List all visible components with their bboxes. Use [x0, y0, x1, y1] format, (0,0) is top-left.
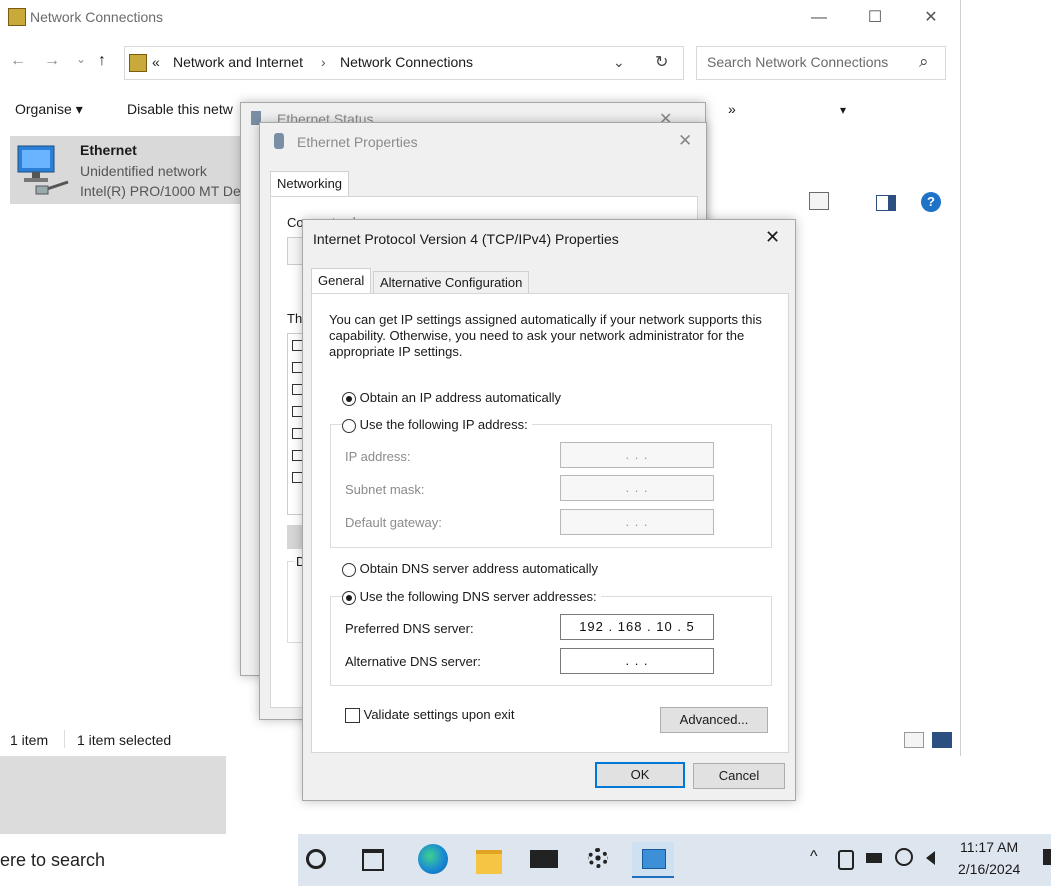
ethernet-adapter-item[interactable]: Ethernet Unidentified network Intel(R) P… [10, 136, 250, 204]
validate-settings-checkbox[interactable] [345, 708, 360, 724]
ipv4-dialog-title: Internet Protocol Version 4 (TCP/IPv4) P… [313, 231, 619, 247]
ipv4-dialog-close-button[interactable]: ✕ [765, 227, 780, 248]
validate-settings-option[interactable]: Validate settings upon exit [345, 707, 515, 724]
refresh-icon[interactable]: ↻ [655, 52, 668, 72]
preview-pane-icon[interactable] [876, 195, 896, 211]
obtain-ip-auto-option[interactable]: Obtain an IP address automatically [342, 390, 561, 406]
ipv4-properties-dialog: Internet Protocol Version 4 (TCP/IPv4) P… [302, 219, 796, 801]
desktop-background [0, 756, 226, 834]
organise-menu[interactable]: Organise ▾ [15, 101, 83, 118]
recent-locations-icon[interactable]: ⌄ [76, 52, 86, 66]
network-folder-icon [8, 8, 26, 26]
adapter-status: Unidentified network [80, 163, 207, 179]
maximize-button[interactable]: ☐ [852, 4, 898, 32]
tab-general[interactable]: General [311, 268, 372, 294]
default-gateway-label: Default gateway: [345, 515, 442, 530]
cancel-button[interactable]: Cancel [693, 763, 785, 789]
search-input[interactable]: Search Network Connections [707, 54, 888, 70]
search-icon[interactable]: ⌕ [919, 52, 929, 72]
use-following-ip-option[interactable]: Use the following IP address: [342, 417, 532, 433]
details-view-icon[interactable] [904, 732, 924, 748]
intro-text: You can get IP settings assigned automat… [329, 312, 762, 359]
breadcrumb-separator: › [321, 54, 326, 70]
network-connections-taskbar-item[interactable] [632, 842, 674, 878]
mail-icon[interactable] [530, 850, 558, 868]
breadcrumb-prefix[interactable]: « [152, 54, 160, 70]
large-icons-view-icon[interactable] [932, 732, 952, 748]
properties-dialog-close-button[interactable]: ✕ [678, 131, 692, 151]
back-arrow-icon[interactable]: ← [10, 52, 26, 70]
adapter-device: Intel(R) PRO/1000 MT De [80, 183, 241, 199]
network-globe-icon[interactable] [895, 848, 913, 866]
subnet-mask-label: Subnet mask: [345, 482, 425, 497]
alternative-dns-label: Alternative DNS server: [345, 654, 481, 669]
status-divider [64, 730, 65, 748]
network-adapter-icon [17, 145, 69, 195]
network-window-icon [642, 849, 666, 869]
validate-settings-label: Validate settings upon exit [363, 707, 515, 722]
tab-networking[interactable]: Networking [270, 171, 350, 197]
ip-address-field[interactable]: . . . [560, 442, 714, 468]
use-following-dns-radio[interactable] [342, 590, 356, 605]
minimize-button[interactable]: — [796, 4, 842, 32]
properties-dialog-title: Ethernet Properties [297, 134, 418, 150]
view-dropdown-icon[interactable]: ▾ [840, 103, 846, 117]
advanced-button[interactable]: Advanced... [660, 707, 768, 733]
tab-alternative-configuration[interactable]: Alternative Configuration [373, 271, 530, 295]
address-bar[interactable]: « Network and Internet › Network Connect… [124, 46, 684, 80]
ok-button[interactable]: OK [595, 762, 685, 788]
network-folder-icon [129, 54, 147, 72]
change-view-icon[interactable] [809, 192, 829, 210]
item-count: 1 item [10, 732, 49, 748]
tray-chevron-icon[interactable]: ^ [810, 848, 818, 866]
adapter-name: Ethernet [80, 142, 137, 158]
taskbar-search-text[interactable]: ere to search [0, 850, 105, 871]
preferred-dns-field[interactable]: 192 . 168 . 10 . 5 [560, 614, 714, 640]
cortana-icon[interactable] [306, 849, 326, 869]
address-dropdown-icon[interactable]: ⌄ [613, 54, 625, 71]
task-view-icon[interactable] [362, 849, 384, 871]
file-explorer-icon[interactable] [476, 850, 502, 874]
up-arrow-icon[interactable]: ↑ [98, 52, 106, 70]
volume-icon[interactable] [926, 851, 935, 865]
edge-browser-icon[interactable] [418, 844, 448, 874]
obtain-dns-auto-label: Obtain DNS server address automatically [359, 561, 599, 576]
notification-icon[interactable] [1043, 849, 1051, 865]
alternative-dns-field[interactable]: . . . [560, 648, 714, 674]
breadcrumb-network-and-internet[interactable]: Network and Internet [173, 54, 303, 70]
preferred-dns-label: Preferred DNS server: [345, 621, 474, 636]
settings-gear-icon[interactable] [588, 848, 608, 868]
network-icon [274, 133, 284, 149]
title-bar: Network Connections — ☐ ✕ [0, 0, 960, 36]
components-label: Th [287, 311, 303, 326]
forward-arrow-icon[interactable]: → [44, 52, 60, 70]
obtain-dns-auto-option[interactable]: Obtain DNS server address automatically [342, 561, 598, 577]
clock-time[interactable]: 11:17 AM [960, 839, 1018, 855]
use-following-dns-option[interactable]: Use the following DNS server addresses: [342, 589, 601, 605]
obtain-ip-auto-radio[interactable] [342, 391, 356, 406]
disable-network-device-button[interactable]: Disable this netw [127, 101, 233, 117]
breadcrumb-network-connections[interactable]: Network Connections [340, 54, 473, 70]
window-title: Network Connections [30, 9, 164, 25]
close-button[interactable]: ✕ [908, 4, 954, 32]
selected-count: 1 item selected [77, 732, 172, 748]
help-icon[interactable]: ? [921, 192, 941, 212]
meet-now-icon[interactable] [838, 850, 854, 870]
clock-date[interactable]: 2/16/2024 [958, 861, 1020, 877]
general-panel: You can get IP settings assigned automat… [311, 293, 789, 753]
obtain-dns-auto-radio[interactable] [342, 562, 356, 577]
default-gateway-field[interactable]: . . . [560, 509, 714, 535]
search-box[interactable]: Search Network Connections ⌕ [696, 46, 946, 80]
ip-address-label: IP address: [345, 449, 411, 464]
battery-icon[interactable] [866, 853, 882, 863]
taskbar-search-box[interactable]: ere to search [0, 834, 298, 886]
use-following-ip-radio[interactable] [342, 418, 356, 433]
use-following-dns-label: Use the following DNS server addresses: [359, 589, 597, 604]
obtain-ip-auto-label: Obtain an IP address automatically [359, 390, 561, 405]
more-commands-button[interactable]: » [728, 101, 736, 117]
subnet-mask-field[interactable]: . . . [560, 475, 714, 501]
use-following-ip-label: Use the following IP address: [359, 417, 528, 432]
